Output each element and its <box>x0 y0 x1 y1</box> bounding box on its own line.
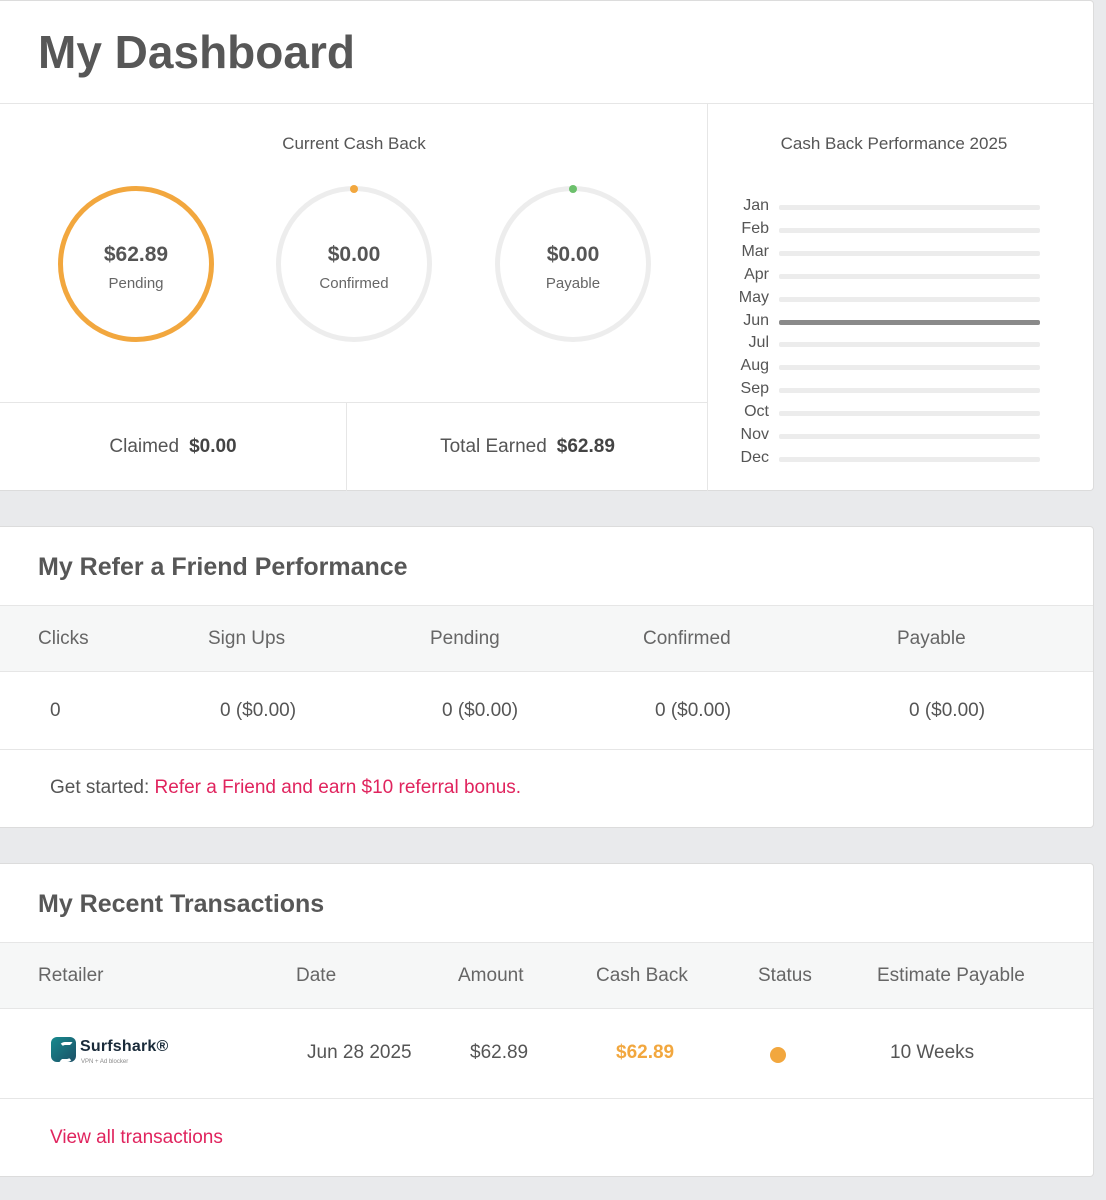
performance-month-label: Jun <box>743 311 769 329</box>
performance-month-label: Jul <box>748 334 769 352</box>
performance-bar <box>779 227 1040 233</box>
performance-bar <box>779 296 1040 302</box>
performance-bar <box>779 319 1040 325</box>
performance-row-dec: Dec <box>708 448 1093 471</box>
col-date: Date <box>296 965 337 986</box>
surfshark-mark-icon <box>51 1037 76 1062</box>
refer-pending-value: 0 ($0.00) <box>442 700 519 721</box>
transaction-amount: $62.89 <box>470 1042 529 1063</box>
performance-row-may: May <box>708 288 1093 311</box>
payable-label: Payable <box>545 275 601 292</box>
performance-row-jun: Jun <box>708 311 1093 334</box>
transaction-date: Jun 28 2025 <box>307 1042 412 1063</box>
performance-bar <box>779 250 1040 256</box>
current-cash-back-heading: Current Cash Back <box>282 134 426 153</box>
performance-row-nov: Nov <box>708 425 1093 448</box>
confirmed-amount: $0.00 <box>327 243 381 266</box>
performance-bar <box>779 273 1040 279</box>
performance-row-aug: Aug <box>708 356 1093 379</box>
performance-row-apr: Apr <box>708 265 1093 288</box>
table-row[interactable]: Surfshark® VPN + Ad blocker Jun 28 2025 … <box>0 1009 1093 1099</box>
payable-ring: $0.00 Payable <box>495 185 651 342</box>
refer-table-row: 0 0 ($0.00) 0 ($0.00) 0 ($0.00) 0 ($0.00… <box>0 672 1093 750</box>
performance-bar <box>779 456 1040 462</box>
performance-row-sep: Sep <box>708 379 1093 402</box>
status-pending-icon <box>770 1047 786 1063</box>
performance-bar <box>779 388 1040 394</box>
surfshark-logo[interactable]: Surfshark® VPN + Ad blocker <box>51 1035 181 1071</box>
confirmed-ring-marker <box>350 185 358 193</box>
recent-transactions-card: My Recent Transactions Retailer Date Amo… <box>0 863 1094 1177</box>
performance-heading: Cash Back Performance 2025 <box>780 134 1008 153</box>
confirmed-ring: $0.00 Confirmed <box>276 185 432 342</box>
pending-label: Pending <box>108 275 164 292</box>
refer-confirmed-value: 0 ($0.00) <box>655 700 732 721</box>
total-earned: Total Earned $62.89 <box>347 403 708 491</box>
view-all-transactions-link[interactable]: View all transactions <box>50 1127 223 1148</box>
performance-month-label: Aug <box>740 357 769 375</box>
current-cash-back-panel: Current Cash Back $62.89 Pending $0.00 C… <box>0 104 708 491</box>
transactions-title: My Recent Transactions <box>0 864 1093 943</box>
performance-bar <box>779 411 1040 417</box>
retailer-name: Surfshark® <box>80 1038 169 1055</box>
performance-bar <box>779 365 1040 371</box>
payable-ring-marker <box>569 185 577 193</box>
cash-back-totals: Claimed $0.00 Total Earned $62.89 <box>0 402 708 491</box>
performance-bar-fill <box>779 319 1040 325</box>
refer-col-payable: Payable <box>897 628 966 649</box>
page-title: My Dashboard <box>0 1 1093 104</box>
dashboard-card: My Dashboard Current Cash Back $62.89 Pe… <box>0 0 1094 491</box>
refer-title: My Refer a Friend Performance <box>0 527 1093 606</box>
payable-amount: $0.00 <box>546 243 600 266</box>
performance-row-jul: Jul <box>708 333 1093 356</box>
refer-clicks-value: 0 <box>50 700 61 721</box>
claimed-total: Claimed $0.00 <box>0 403 347 491</box>
performance-row-feb: Feb <box>708 219 1093 242</box>
performance-row-jan: Jan <box>708 196 1093 219</box>
performance-bar <box>779 205 1040 210</box>
performance-bar <box>779 342 1040 348</box>
confirmed-label: Confirmed <box>319 275 389 292</box>
performance-month-label: Oct <box>744 403 769 421</box>
performance-month-label: Nov <box>740 426 769 443</box>
pending-amount: $62.89 <box>103 243 169 266</box>
performance-bar <box>779 434 1040 439</box>
refer-table-header: Clicks Sign Ups Pending Confirmed Payabl… <box>0 606 1093 672</box>
retailer-tagline: VPN + Ad blocker <box>81 1059 129 1065</box>
performance-month-label: Dec <box>740 448 769 466</box>
performance-month-label: Jan <box>743 197 769 214</box>
performance-row-mar: Mar <box>708 242 1093 265</box>
refer-col-signups: Sign Ups <box>208 628 286 649</box>
transaction-estimate-payable: 10 Weeks <box>890 1042 975 1063</box>
refer-col-clicks: Clicks <box>38 628 89 649</box>
col-amount: Amount <box>458 965 524 986</box>
transactions-table-header: Retailer Date Amount Cash Back Status Es… <box>0 943 1093 1009</box>
transaction-cash-back: $62.89 <box>616 1042 675 1063</box>
total-earned-label: Total Earned <box>440 436 547 457</box>
refer-a-friend-link[interactable]: Refer a Friend and earn $10 referral bon… <box>155 777 522 798</box>
refer-a-friend-card: My Refer a Friend Performance Clicks Sig… <box>0 526 1094 828</box>
refer-col-pending: Pending <box>430 628 500 649</box>
refer-footer: Get started: Refer a Friend and earn $10… <box>0 750 1093 828</box>
cash-back-performance-panel: Cash Back Performance 2025 Jan Feb Mar Apr M… <box>708 104 1093 491</box>
performance-month-label: Mar <box>741 242 769 260</box>
pending-ring: $62.89 Pending <box>58 186 214 342</box>
col-cash-back: Cash Back <box>596 965 688 986</box>
transactions-footer: View all transactions <box>0 1099 1093 1177</box>
performance-month-label: Sep <box>740 380 769 398</box>
claimed-value: $0.00 <box>189 436 237 457</box>
performance-month-label: May <box>738 288 769 306</box>
refer-signups-value: 0 ($0.00) <box>220 700 297 721</box>
refer-footer-prefix: Get started: <box>50 777 155 798</box>
performance-row-oct: Oct <box>708 402 1093 425</box>
refer-col-confirmed: Confirmed <box>643 628 731 649</box>
performance-month-label: Apr <box>744 265 769 283</box>
total-earned-value: $62.89 <box>556 436 615 457</box>
performance-month-label: Feb <box>741 219 769 237</box>
claimed-label: Claimed <box>109 436 180 457</box>
refer-payable-value: 0 ($0.00) <box>909 700 986 721</box>
col-estimate-payable: Estimate Payable <box>877 965 1025 986</box>
col-status: Status <box>758 965 812 986</box>
col-retailer: Retailer <box>38 965 104 986</box>
